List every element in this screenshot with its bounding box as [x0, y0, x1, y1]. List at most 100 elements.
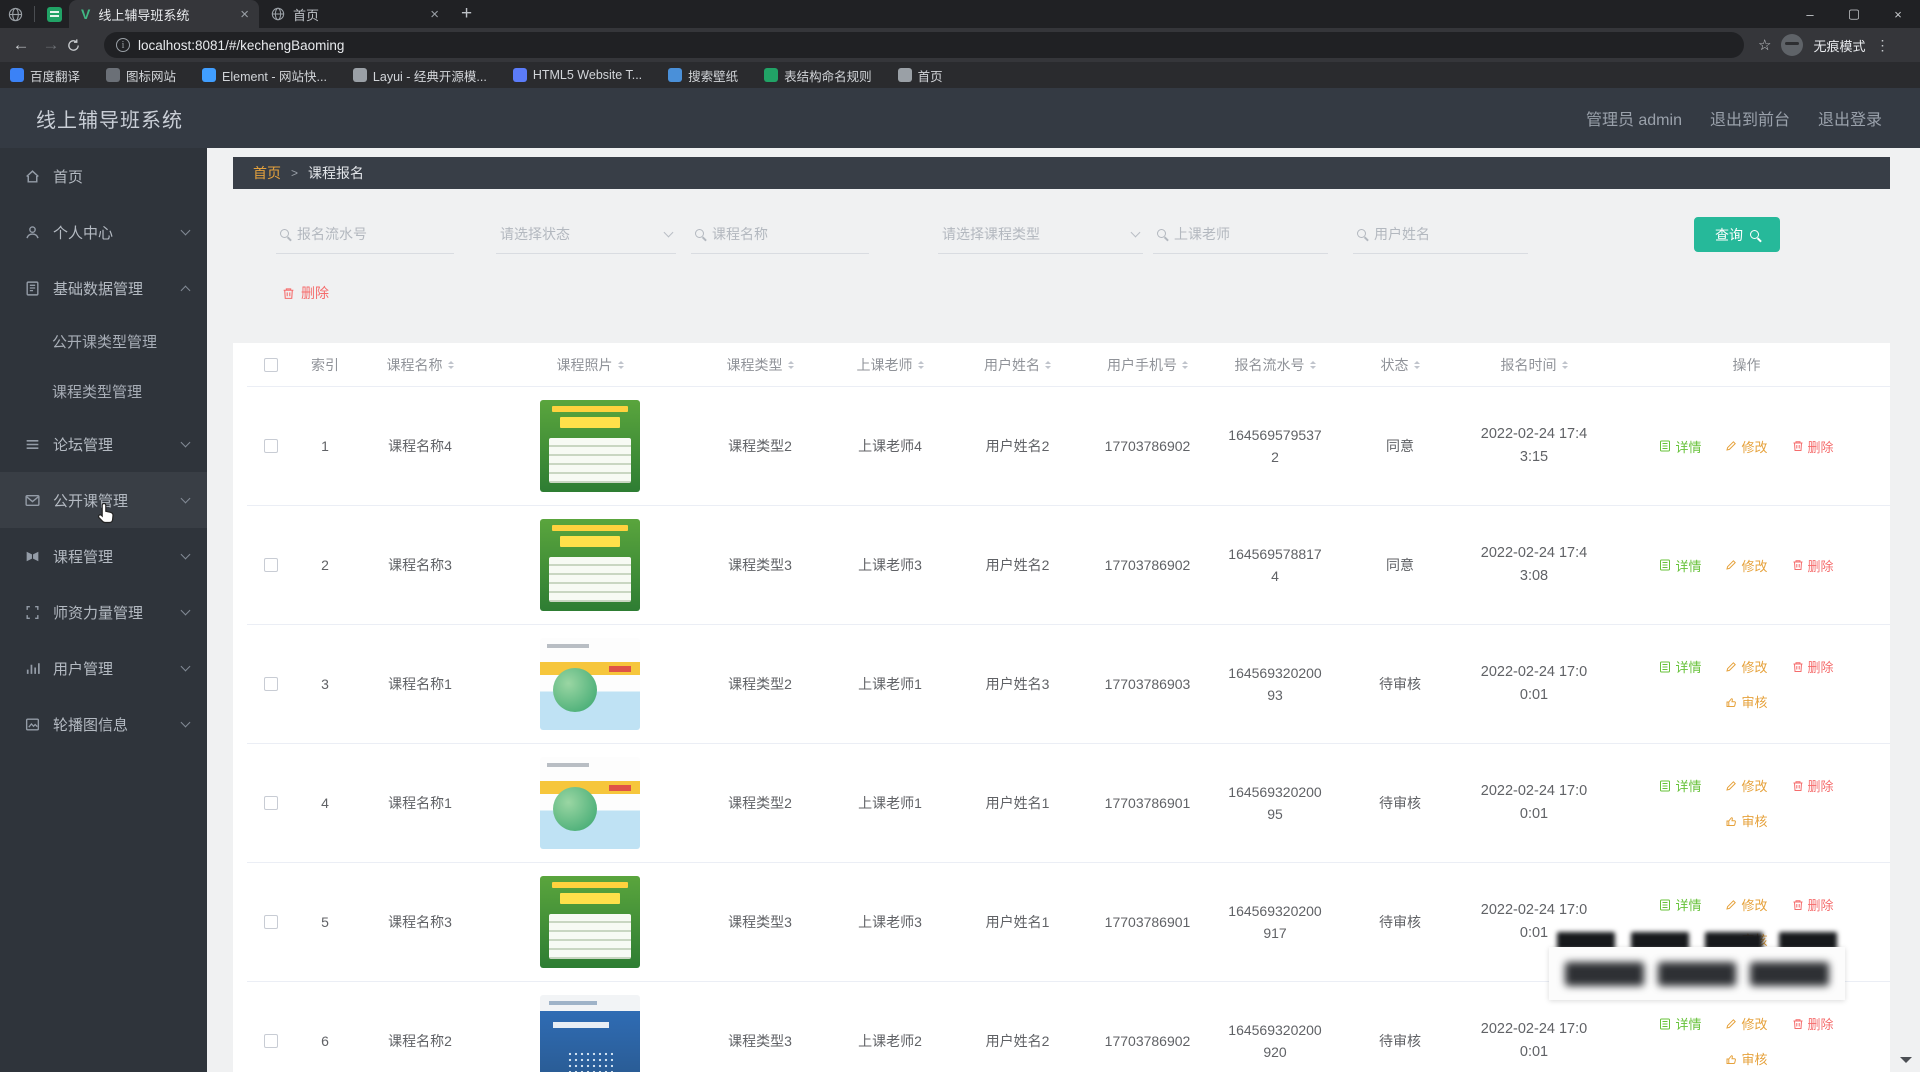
audit-button[interactable]: 审核 [1725, 692, 1768, 711]
sort-icon[interactable] [787, 360, 794, 369]
audit-button[interactable]: 审核 [1725, 1049, 1768, 1068]
browser-tab[interactable]: 首页 × [259, 0, 449, 28]
row-checkbox[interactable] [264, 915, 278, 929]
course-photo[interactable] [540, 995, 640, 1072]
detail-button[interactable]: 详情 [1659, 895, 1701, 914]
row-checkbox[interactable] [264, 439, 278, 453]
col-status[interactable]: 状态 [1335, 343, 1465, 386]
pinned-tab-app[interactable] [39, 2, 69, 26]
sidebar-item-profile[interactable]: 个人中心 [0, 204, 207, 260]
col-user-name[interactable]: 用户姓名 [955, 343, 1080, 386]
maximize-button[interactable]: ▢ [1832, 0, 1876, 28]
status-select[interactable]: 请选择状态 [496, 214, 676, 254]
edit-button[interactable]: 修改 [1725, 556, 1768, 575]
teacher-input[interactable]: 上课老师 [1153, 214, 1328, 254]
sort-icon[interactable] [1182, 360, 1188, 369]
detail-button[interactable]: 详情 [1659, 776, 1701, 795]
delete-row-button[interactable]: 删除 [1792, 776, 1834, 795]
bookmark-item[interactable]: Layui - 经典开源模... [352, 66, 487, 85]
detail-button[interactable]: 详情 [1659, 437, 1701, 456]
edit-button[interactable]: 修改 [1725, 776, 1768, 795]
sidebar-item-home[interactable]: 首页 [0, 148, 207, 204]
close-button[interactable]: × [1876, 0, 1920, 28]
pinned-tab-globe[interactable] [0, 2, 30, 26]
course-photo[interactable] [540, 400, 640, 492]
tab-close-icon[interactable]: × [430, 6, 439, 23]
course-photo[interactable] [540, 519, 640, 611]
exit-to-front-link[interactable]: 退出到前台 [1710, 106, 1790, 130]
delete-row-button[interactable]: 删除 [1792, 657, 1834, 676]
scrollbar-down-arrow[interactable] [1900, 1057, 1912, 1069]
delete-row-button[interactable]: 删除 [1792, 437, 1834, 456]
bookmark-item[interactable]: Element - 网站快... [202, 66, 327, 85]
breadcrumb-home[interactable]: 首页 [253, 163, 281, 183]
edit-button[interactable]: 修改 [1725, 437, 1768, 456]
sidebar-item-users[interactable]: 用户管理 [0, 640, 207, 696]
row-checkbox[interactable] [264, 677, 278, 691]
sidebar-item-teachers[interactable]: 师资力量管理 [0, 584, 207, 640]
logout-link[interactable]: 退出登录 [1818, 106, 1882, 130]
minimize-button[interactable]: – [1788, 0, 1832, 28]
sort-icon[interactable] [1413, 360, 1420, 369]
edit-button[interactable]: 修改 [1725, 1014, 1768, 1033]
col-teacher[interactable]: 上课老师 [825, 343, 955, 386]
bookmark-star-icon[interactable]: ☆ [1758, 36, 1771, 54]
col-serial[interactable]: 报名流水号 [1215, 343, 1335, 386]
bookmark-item[interactable]: 图标网站 [106, 66, 176, 85]
tab-close-icon[interactable]: × [240, 6, 249, 23]
sort-icon[interactable] [617, 360, 624, 369]
bookmark-item[interactable]: 搜索壁纸 [668, 66, 738, 85]
select-all-checkbox[interactable] [264, 357, 278, 372]
row-checkbox[interactable] [264, 1034, 278, 1048]
address-bar[interactable]: i localhost:8081/#/kechengBaoming [104, 32, 1744, 58]
delete-row-button[interactable]: 删除 [1792, 1014, 1834, 1033]
delete-row-button[interactable]: 删除 [1792, 556, 1834, 575]
course-type-select[interactable]: 请选择课程类型 [938, 214, 1143, 254]
sidebar-item-course-type[interactable]: 课程类型管理 [0, 366, 207, 416]
site-info-icon[interactable]: i [116, 38, 130, 52]
detail-button[interactable]: 详情 [1659, 1014, 1701, 1033]
sidebar-item-carousel[interactable]: 轮播图信息 [0, 696, 207, 752]
user-name-input[interactable]: 用户姓名 [1353, 214, 1528, 254]
bookmark-item[interactable]: 百度翻译 [10, 66, 80, 85]
audit-button[interactable]: 审核 [1725, 811, 1768, 830]
back-button[interactable]: ← [6, 35, 36, 55]
col-phone[interactable]: 用户手机号 [1080, 343, 1215, 386]
col-course-name[interactable]: 课程名称 [355, 343, 485, 386]
forward-button[interactable]: → [36, 35, 66, 55]
bulk-delete-button[interactable]: 删除 [282, 280, 329, 306]
incognito-avatar-icon[interactable] [1781, 34, 1804, 56]
sort-icon[interactable] [447, 360, 454, 369]
bookmark-item[interactable]: 首页 [897, 66, 943, 85]
sidebar-item-base-data[interactable]: 基础数据管理 [0, 260, 207, 316]
col-course-photo[interactable]: 课程照片 [485, 343, 695, 386]
new-tab-button[interactable]: + [461, 3, 472, 25]
course-photo[interactable] [540, 638, 640, 730]
detail-button[interactable]: 详情 [1659, 657, 1701, 676]
bookmark-item[interactable]: HTML5 Website T... [512, 68, 642, 82]
course-photo[interactable] [540, 757, 640, 849]
refresh-button[interactable] [66, 38, 96, 53]
bookmark-item[interactable]: 表结构命名规则 [764, 66, 872, 85]
col-time[interactable]: 报名时间 [1465, 343, 1603, 386]
sort-icon[interactable] [1561, 360, 1568, 369]
search-button[interactable]: 查询 [1694, 217, 1780, 252]
sidebar-item-openclass-type[interactable]: 公开课类型管理 [0, 316, 207, 366]
sort-icon[interactable] [1045, 360, 1051, 369]
sort-icon[interactable] [917, 360, 924, 369]
edit-button[interactable]: 修改 [1725, 657, 1768, 676]
row-checkbox[interactable] [264, 558, 278, 572]
sort-icon[interactable] [1309, 360, 1316, 369]
delete-row-button[interactable]: 删除 [1792, 895, 1834, 914]
edit-button[interactable]: 修改 [1725, 895, 1768, 914]
browser-tab-active[interactable]: V 线上辅导班系统 × [69, 0, 259, 28]
serial-search-input[interactable]: 报名流水号 [276, 214, 454, 254]
row-checkbox[interactable] [264, 796, 278, 810]
sidebar-item-course[interactable]: 课程管理 [0, 528, 207, 584]
course-photo[interactable] [540, 876, 640, 968]
course-name-input[interactable]: 课程名称 [691, 214, 869, 254]
detail-button[interactable]: 详情 [1659, 556, 1701, 575]
browser-menu-icon[interactable]: ⋮ [1875, 37, 1889, 54]
col-course-type[interactable]: 课程类型 [695, 343, 825, 386]
sidebar-item-forum[interactable]: 论坛管理 [0, 416, 207, 472]
